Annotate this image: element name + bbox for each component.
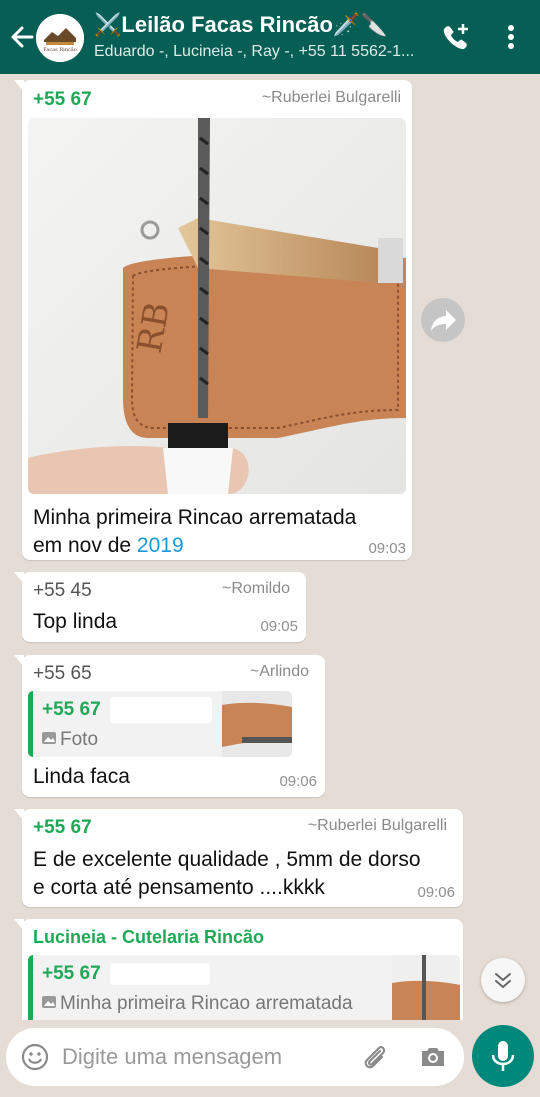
sender-phone[interactable]: +55 45	[33, 580, 92, 602]
message-text: Top linda	[33, 610, 118, 633]
sender-name[interactable]: Lucineia - Cutelaria Rincão	[33, 927, 264, 948]
message-text: Linda faca	[33, 765, 130, 788]
sender-phone[interactable]: +55 67	[33, 817, 92, 839]
message-composer	[6, 1028, 464, 1086]
message-time: 09:06	[279, 773, 317, 790]
message-bubble[interactable]: +55 67 ~Ruberlei Bulgarelli E de excelen…	[14, 809, 463, 907]
sender-alias: ~Romildo	[221, 580, 290, 597]
quoted-message[interactable]: +55 67 Minha primeira Rincao arrematada	[28, 955, 460, 1020]
quoted-thumbnail	[222, 691, 292, 757]
message-bubble[interactable]: Lucineia - Cutelaria Rincão +55 67 Minha…	[14, 919, 463, 1020]
camera-icon[interactable]	[418, 1042, 448, 1072]
quoted-text: Minha primeira Rincao arrematada	[42, 993, 353, 1015]
quoted-sender: +55 67	[42, 699, 101, 720]
quoted-sender: +55 67	[42, 963, 101, 984]
redacted-name	[110, 697, 212, 723]
sender-phone[interactable]: +55 67	[33, 89, 92, 111]
add-call-icon[interactable]	[440, 22, 470, 52]
message-input[interactable]	[62, 1040, 352, 1074]
image-icon	[42, 993, 56, 1015]
svg-text:Facas Rincão: Facas Rincão	[43, 46, 76, 53]
sender-alias: ~Ruberlei Bulgarelli	[307, 817, 447, 834]
more-options-icon[interactable]	[500, 22, 530, 52]
message-photo[interactable]: RB	[28, 118, 406, 494]
message-text-line: E de excelente qualidade , 5mm de dorso	[33, 848, 421, 871]
sender-alias: ~Arlindo	[249, 663, 309, 680]
chat-header: Facas Rincão ⚔️Leilão Facas Rincão🗡️🔪 Ed…	[0, 0, 540, 74]
chat-title[interactable]: ⚔️Leilão Facas Rincão🗡️🔪	[94, 12, 388, 38]
chat-participants[interactable]: Eduardo -, Lucineia -, Ray -, +55 11 556…	[94, 43, 424, 61]
forward-button[interactable]	[421, 298, 465, 342]
sender-phone[interactable]: +55 65	[33, 663, 92, 685]
message-time: 09:06	[417, 884, 455, 901]
image-icon	[42, 729, 56, 751]
voice-message-button[interactable]	[472, 1025, 534, 1087]
date-link[interactable]: 2019	[137, 534, 184, 557]
scroll-to-bottom-button[interactable]	[481, 958, 525, 1002]
quoted-thumbnail	[392, 955, 460, 1020]
message-text-line: e corta até pensamento ....kkkk	[33, 876, 325, 899]
sender-alias: ~Ruberlei Bulgarelli	[261, 89, 401, 106]
message-time: 09:05	[260, 618, 298, 635]
quoted-message[interactable]: +55 67 Foto	[28, 691, 292, 757]
message-text-line: Minha primeira Rincao arrematada	[33, 506, 357, 529]
quote-bar	[28, 691, 33, 757]
message-bubble[interactable]: +55 67 ~Ruberlei Bulgarelli RB Minha pri…	[14, 80, 412, 560]
message-bubble[interactable]: +55 45 ~Romildo Top linda 09:05	[14, 572, 306, 642]
back-arrow-icon[interactable]	[8, 22, 36, 52]
message-bubble[interactable]: +55 65 ~Arlindo +55 67 Foto Linda faca 0…	[14, 655, 325, 797]
message-list[interactable]: +55 67 ~Ruberlei Bulgarelli RB Minha pri…	[0, 74, 540, 1020]
message-time: 09:03	[368, 540, 406, 557]
quoted-text: Foto	[42, 729, 98, 751]
emoji-icon[interactable]	[20, 1042, 50, 1072]
message-text-line: em nov de 2019	[33, 534, 184, 557]
attach-icon[interactable]	[360, 1042, 390, 1072]
group-avatar[interactable]: Facas Rincão	[36, 14, 84, 62]
redacted-name	[110, 963, 210, 985]
quote-bar	[28, 955, 33, 1020]
